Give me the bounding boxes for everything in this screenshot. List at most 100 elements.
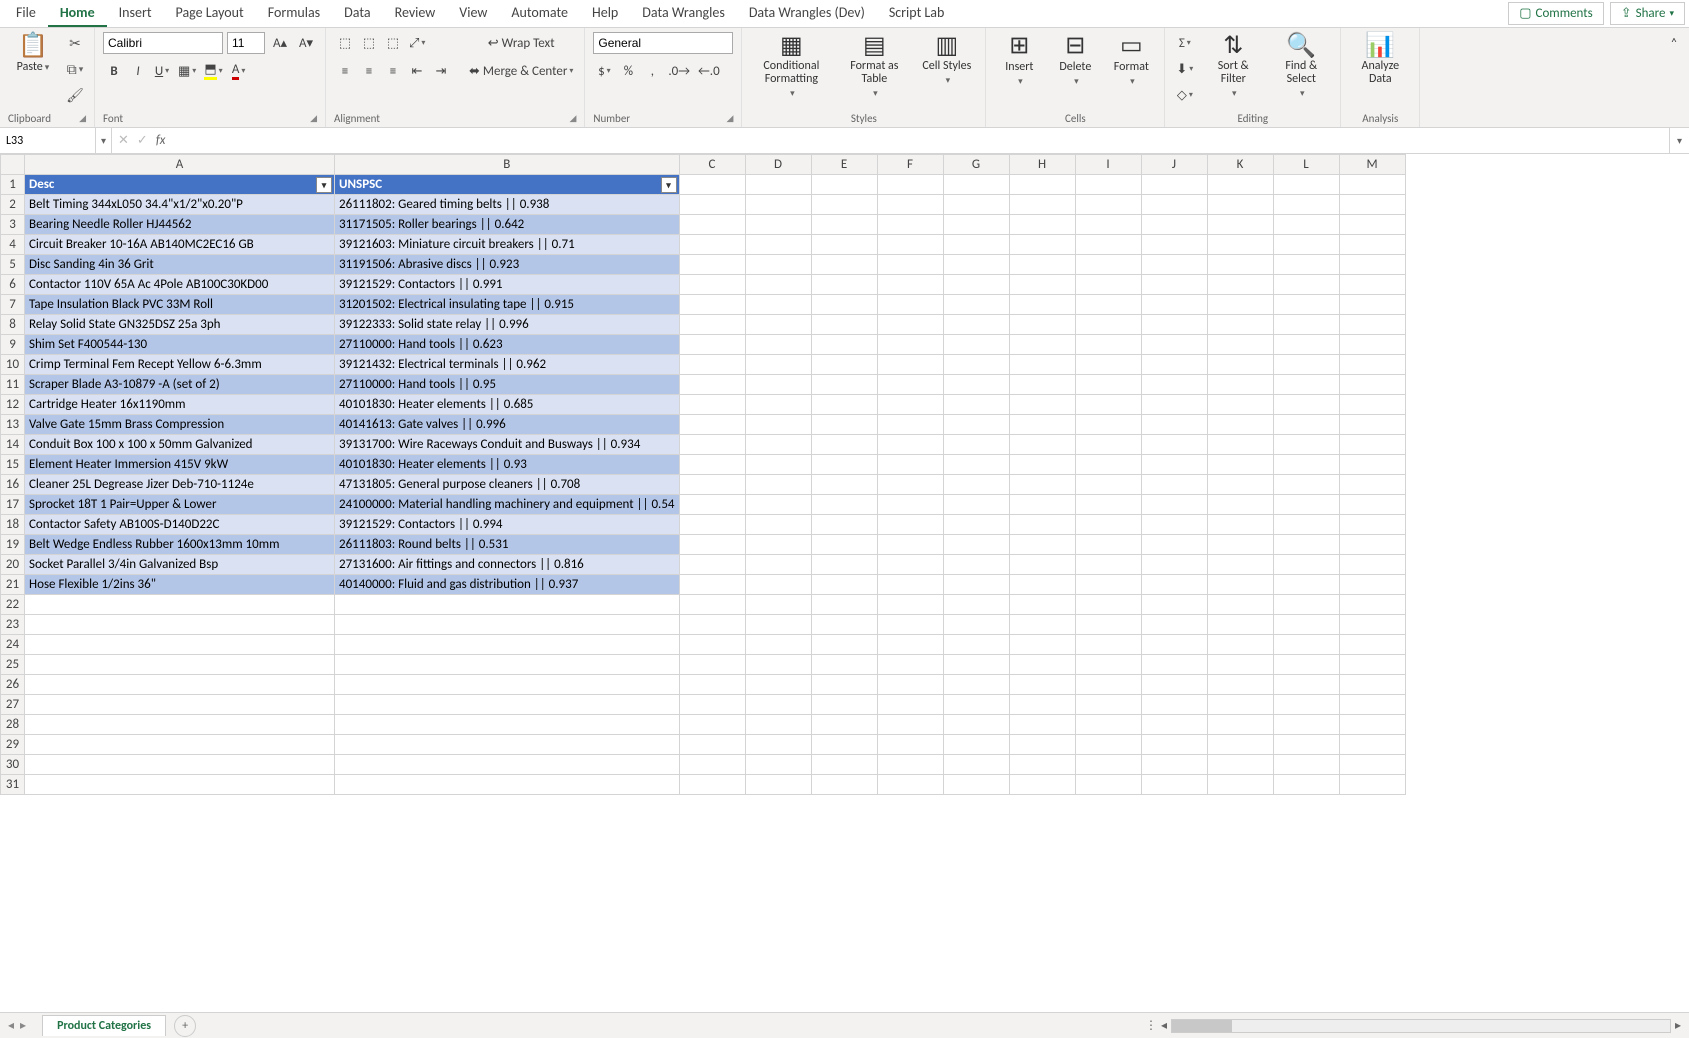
cell[interactable] [1273,695,1339,715]
cell[interactable] [679,355,745,375]
cell[interactable] [943,435,1009,455]
cell[interactable] [943,515,1009,535]
column-header-G[interactable]: G [943,155,1009,175]
cell[interactable] [1009,755,1075,775]
cell[interactable] [1273,575,1339,595]
cell[interactable]: UNSPSC▾ [335,175,680,195]
cell[interactable]: Belt Wedge Endless Rubber 1600x13mm 10mm [25,535,335,555]
row-header[interactable]: 7 [1,295,25,315]
cell[interactable] [1075,615,1141,635]
cell[interactable] [1339,775,1405,795]
cell[interactable] [1141,395,1207,415]
cell[interactable] [1075,455,1141,475]
cell[interactable] [1141,575,1207,595]
currency-button[interactable]: $ [593,60,615,82]
cell[interactable] [1339,235,1405,255]
cell[interactable] [679,735,745,755]
cell[interactable]: 27110000: Hand tools || 0.95 [335,375,680,395]
cell[interactable] [1141,355,1207,375]
cell[interactable] [877,675,943,695]
cell[interactable]: Desc▾ [25,175,335,195]
borders-button[interactable]: ▦ [175,60,199,82]
cell[interactable] [943,655,1009,675]
align-center-button[interactable]: ≡ [358,60,380,82]
cell[interactable] [335,695,680,715]
cell[interactable] [1075,275,1141,295]
cell[interactable] [679,555,745,575]
ribbon-tab-home[interactable]: Home [48,0,107,27]
cell[interactable] [877,275,943,295]
cell[interactable] [1207,455,1273,475]
cell[interactable] [943,315,1009,335]
cell[interactable] [877,475,943,495]
cell[interactable] [1075,755,1141,775]
cell[interactable] [679,395,745,415]
decrease-font-button[interactable]: A▾ [295,32,317,54]
cell[interactable] [335,715,680,735]
cell[interactable] [1141,175,1207,195]
cell[interactable] [1075,695,1141,715]
cell[interactable] [1009,515,1075,535]
cell[interactable] [943,715,1009,735]
column-header-I[interactable]: I [1075,155,1141,175]
cell[interactable] [679,315,745,335]
cell[interactable] [811,355,877,375]
cell[interactable] [877,595,943,615]
row-header[interactable]: 16 [1,475,25,495]
column-header-H[interactable]: H [1009,155,1075,175]
cell[interactable] [1207,575,1273,595]
cell[interactable] [1339,195,1405,215]
cell[interactable] [335,595,680,615]
fill-button[interactable]: ⬇ [1173,58,1196,80]
cell[interactable] [1141,375,1207,395]
cell[interactable] [1339,595,1405,615]
cell[interactable] [877,775,943,795]
cell[interactable] [1273,675,1339,695]
cell[interactable] [679,675,745,695]
cell[interactable] [1207,555,1273,575]
cell[interactable] [1207,675,1273,695]
cell[interactable] [877,255,943,275]
align-top-button[interactable]: ⬚ [334,32,356,54]
cell[interactable] [811,755,877,775]
cell[interactable] [1207,515,1273,535]
cell[interactable] [877,535,943,555]
cell[interactable]: 24100000: Material handling machinery an… [335,495,680,515]
column-header-E[interactable]: E [811,155,877,175]
cell[interactable] [25,655,335,675]
cell[interactable] [1339,435,1405,455]
cell[interactable] [943,595,1009,615]
cell[interactable] [943,175,1009,195]
cell[interactable] [1075,395,1141,415]
cell[interactable] [745,395,811,415]
cell[interactable] [1273,775,1339,795]
cell[interactable] [1207,775,1273,795]
row-header[interactable]: 25 [1,655,25,675]
italic-button[interactable]: I [127,60,149,82]
cell[interactable] [1339,535,1405,555]
cell[interactable]: Belt Timing 344xL050 34.4"x1/2"x0.20"P [25,195,335,215]
cell[interactable] [1141,215,1207,235]
insert-cells-button[interactable]: ⊞Insert [994,32,1044,89]
column-header-D[interactable]: D [745,155,811,175]
font-name-combo[interactable] [103,32,223,54]
cell[interactable]: Cleaner 25L Degrease Jizer Deb-710-1124e [25,475,335,495]
cell[interactable] [1339,375,1405,395]
ribbon-tab-review[interactable]: Review [383,0,448,27]
cell[interactable] [335,735,680,755]
cell-styles-button[interactable]: ▥Cell Styles [916,32,977,88]
copy-button[interactable]: ⧉ [64,58,86,80]
cell[interactable] [1207,255,1273,275]
cell[interactable]: 40101830: Heater elements || 0.685 [335,395,680,415]
cell[interactable]: Disc Sanding 4in 36 Grit [25,255,335,275]
cell[interactable] [943,455,1009,475]
cell[interactable] [877,375,943,395]
cell[interactable] [1009,415,1075,435]
cell[interactable]: 39122333: Solid state relay || 0.996 [335,315,680,335]
cell[interactable] [811,275,877,295]
cell[interactable] [745,575,811,595]
row-header[interactable]: 12 [1,395,25,415]
cell[interactable] [1075,515,1141,535]
cell[interactable] [1141,535,1207,555]
cell[interactable]: Crimp Terminal Fem Recept Yellow 6-6.3mm [25,355,335,375]
